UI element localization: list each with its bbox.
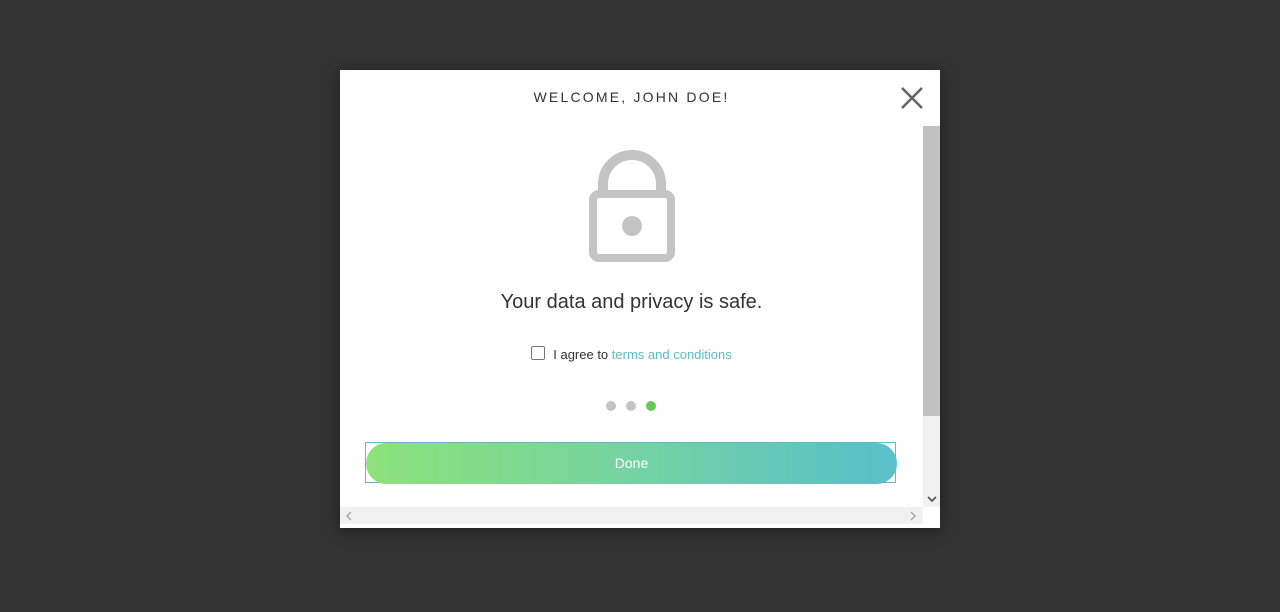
done-button[interactable]: Done [365,442,897,484]
lock-icon [589,150,675,262]
privacy-message: Your data and privacy is safe. [500,291,763,313]
vertical-scrollbar-thumb[interactable] [923,126,940,416]
welcome-modal: WELCOME, JOHN DOE! Your data and privacy… [340,70,940,528]
vertical-scrollbar[interactable] [923,126,940,507]
pagination-dots [606,400,666,412]
close-button[interactable] [900,86,924,110]
horizontal-scrollbar[interactable] [340,507,923,524]
modal-title: WELCOME, JOHN DOE! [533,89,730,105]
agree-label: I agree to [553,347,609,362]
pagination-dot-2[interactable] [626,401,636,411]
close-icon [901,87,923,109]
agree-checkbox[interactable] [531,346,546,360]
agreement-row: I agree to terms and conditions [340,346,923,364]
scroll-left-arrow-icon[interactable] [344,511,354,521]
pagination-dot-3-active[interactable] [646,401,656,411]
scroll-right-arrow-icon[interactable] [908,511,918,521]
terms-link[interactable]: terms and conditions [612,347,732,362]
pagination-dot-1[interactable] [606,401,616,411]
scroll-down-arrow-icon[interactable] [927,494,937,504]
done-button-label: Done [366,443,897,484]
